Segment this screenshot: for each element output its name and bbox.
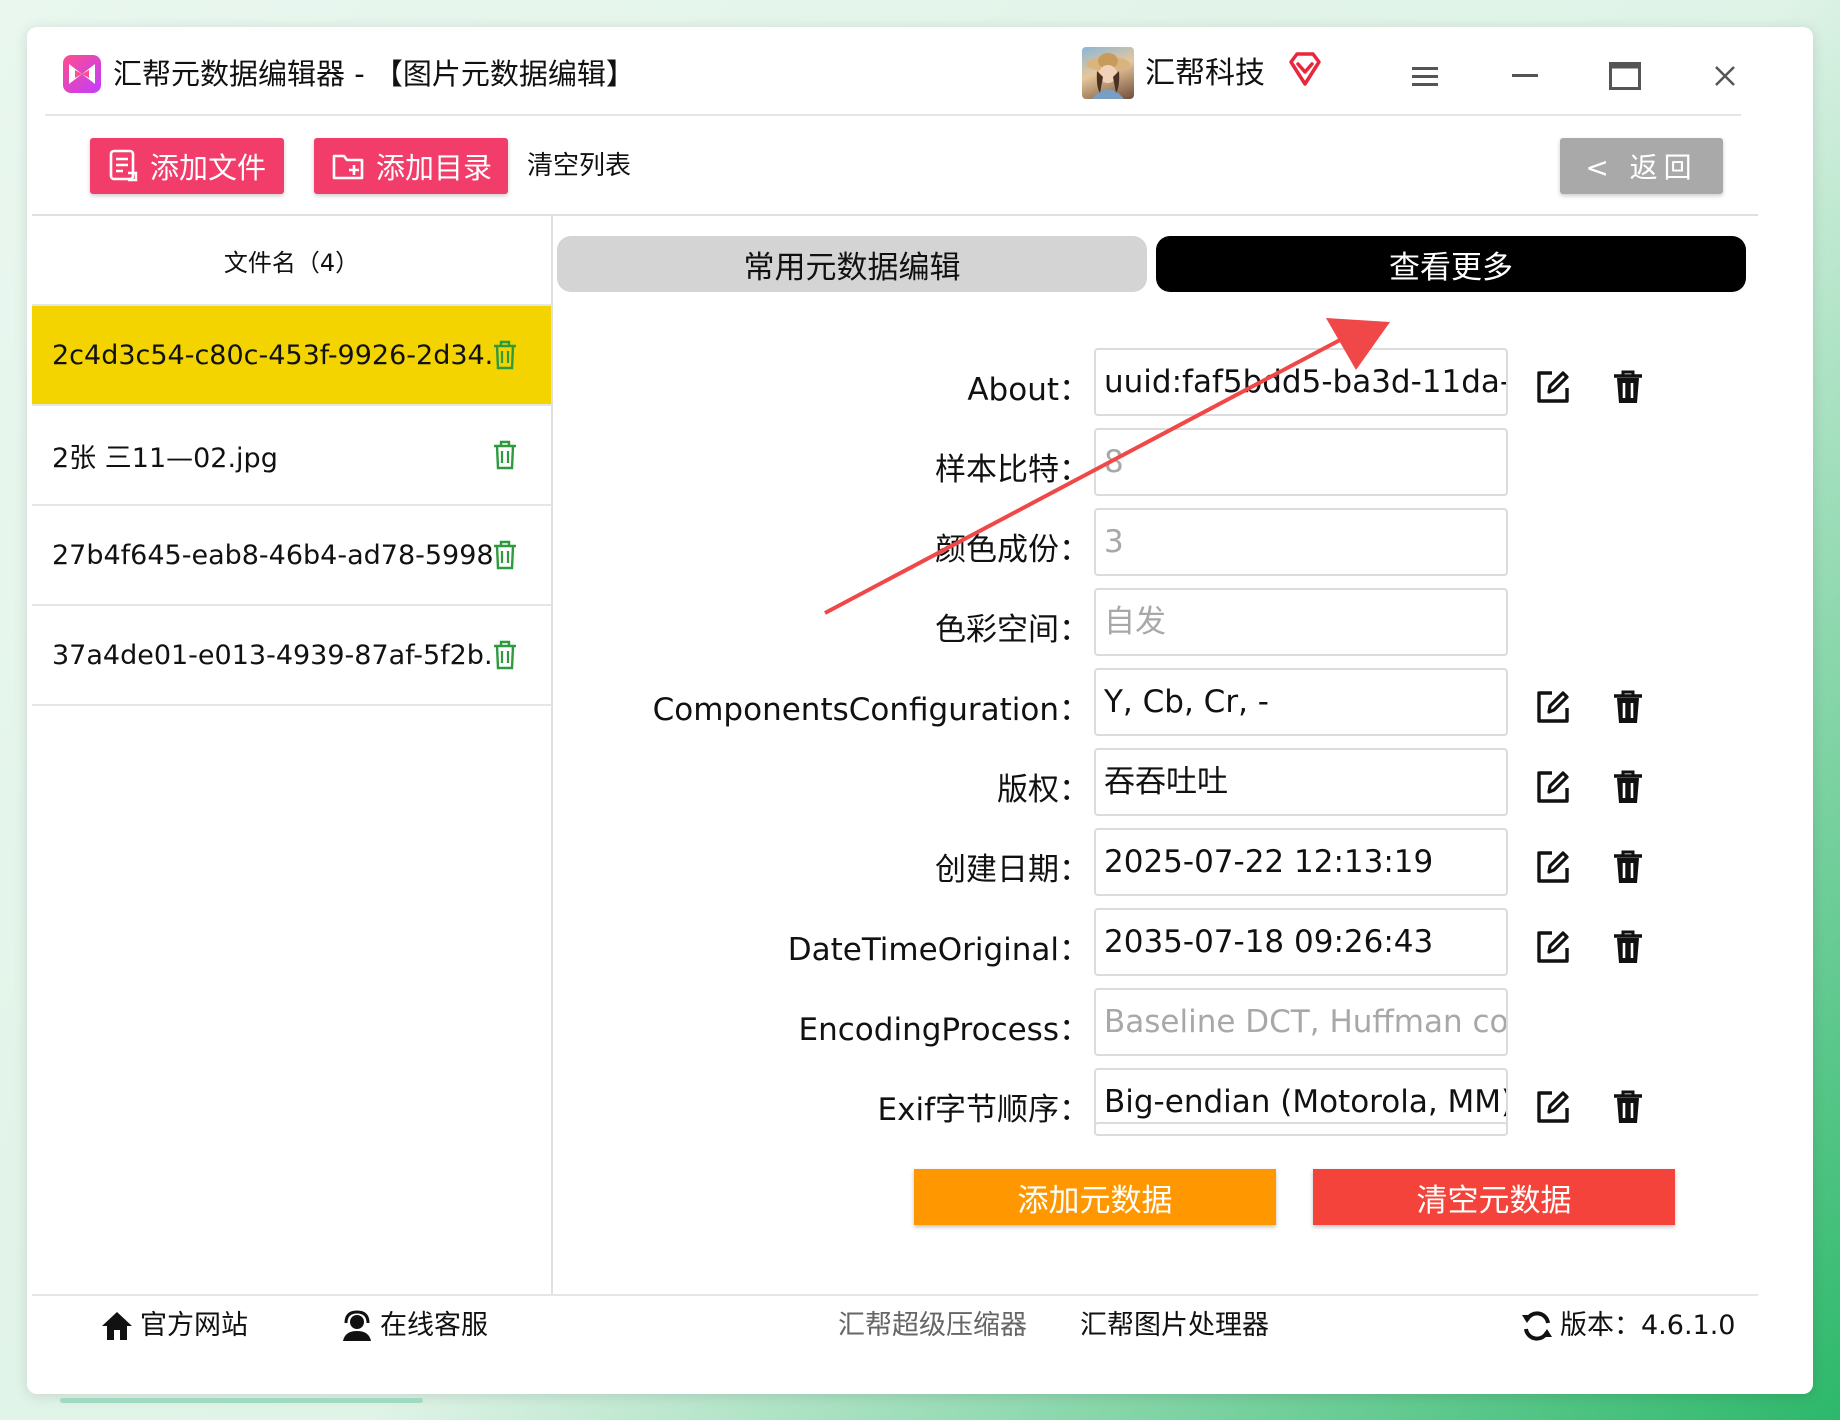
- version-info[interactable]: 版本： 4.6.1.0: [1520, 1306, 1735, 1346]
- image-processor-link[interactable]: 汇帮图片处理器: [1080, 1306, 1269, 1346]
- official-website-link[interactable]: 官方网站: [100, 1306, 248, 1346]
- bottom-progress-line: [60, 1398, 423, 1403]
- headset-icon: [343, 1310, 371, 1341]
- annotation-arrow: [824, 318, 1390, 615]
- home-icon: [102, 1312, 132, 1340]
- footer-divider: [32, 1294, 1758, 1296]
- super-compressor-link[interactable]: 汇帮超级压缩器: [838, 1306, 1027, 1346]
- online-support-label: 在线客服: [380, 1310, 488, 1341]
- online-support-link[interactable]: 在线客服: [340, 1306, 488, 1346]
- official-website-label: 官方网站: [140, 1310, 248, 1341]
- version-number: 4.6.1.0: [1641, 1310, 1736, 1341]
- version-label: 版本：: [1560, 1310, 1641, 1341]
- refresh-icon: [1522, 1311, 1552, 1341]
